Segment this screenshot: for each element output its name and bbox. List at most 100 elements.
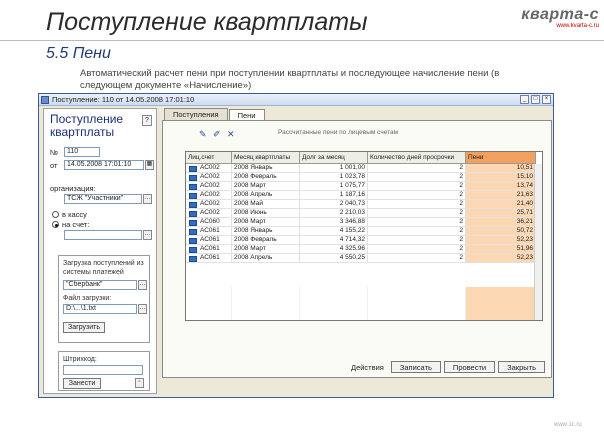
table-cell: АС061	[186, 254, 232, 262]
post-button[interactable]: Провести	[443, 361, 496, 373]
number-field[interactable]: 110	[64, 147, 100, 157]
table-header: Лиц.счет Месяц квартплаты Долг за месяц …	[186, 152, 542, 164]
section-title: 5.5 Пени	[46, 45, 111, 62]
tab-bar: Поступления Пени	[164, 108, 266, 121]
account-field[interactable]	[64, 230, 142, 240]
org-label: организация:	[50, 184, 96, 193]
title-divider	[0, 40, 604, 41]
vertical-scrollbar[interactable]	[534, 164, 542, 320]
col-month[interactable]: Месяц квартплаты	[232, 152, 300, 164]
footer-url: www.1c.ru	[554, 422, 582, 428]
table-cell: 21,40	[466, 200, 536, 208]
table-cell: АС002	[186, 209, 232, 217]
table-cell: 51,96	[466, 245, 536, 253]
table-cell: 2008 Январь	[232, 227, 300, 235]
org-select-icon[interactable]: …	[143, 194, 152, 204]
table-cell: 4 714,32	[300, 236, 368, 244]
table-cell: 2	[368, 227, 466, 235]
table-cell: 13,74	[466, 182, 536, 190]
brand-logo: кварта-с www.kvarta-c.ru	[509, 6, 599, 29]
load-group-text: Загрузка поступлений из системы платежей	[63, 260, 144, 276]
table-cell: 2	[368, 245, 466, 253]
table-cell: 2	[368, 200, 466, 208]
table-cell: 1 187,16	[300, 191, 368, 199]
table-cell: 3 346,88	[300, 218, 368, 226]
table-row[interactable]: АС060 2008 Март 3 346,88 2 36,21	[186, 218, 542, 227]
table-cell: 10,51	[466, 164, 536, 172]
file-browse-icon[interactable]: …	[138, 304, 147, 314]
section-description: Автоматический расчет пени при поступлен…	[80, 68, 500, 91]
col-debt[interactable]: Долг за месяц	[300, 152, 368, 164]
close-button[interactable]: Закрыть	[498, 361, 545, 373]
table-cell: 50,72	[466, 227, 536, 235]
options-icon[interactable]: ▫	[135, 378, 144, 388]
col-days[interactable]: Количество дней просрочки	[368, 152, 466, 164]
tab-hint: Рассчитанные пени по лицевым счетам	[278, 129, 399, 136]
minimize-icon[interactable]: _	[520, 95, 529, 104]
calc-icon[interactable]: ✎	[199, 129, 207, 140]
table-cell: 1 075,77	[300, 182, 368, 190]
col-account[interactable]: Лиц.счет	[186, 152, 232, 164]
table-cell: 2 210,03	[300, 209, 368, 217]
brand-name: кварта-с	[521, 6, 599, 23]
table-cell: 2008 Январь	[232, 164, 300, 172]
table-row[interactable]: АС002 2008 Апрель 1 187,16 2 21,63	[186, 191, 542, 200]
calendar-icon[interactable]: ▦	[145, 160, 154, 170]
number-label: №	[50, 148, 59, 157]
radio-account-label: на счет:	[62, 220, 90, 229]
table-row[interactable]: АС002 2008 Январь 1 001,00 2 10,51	[186, 164, 542, 173]
col-peni[interactable]: Пени	[466, 152, 536, 164]
table-row[interactable]: АС061 2008 Апрель 4 550,25 2 52,23	[186, 254, 542, 263]
bottom-actions: Действия Записать Провести Закрыть	[351, 361, 545, 373]
close-icon[interactable]: ×	[542, 95, 551, 104]
table-row[interactable]: АС002 2008 Март 1 075,77 2 13,74	[186, 182, 542, 191]
table-body: АС002 2008 Январь 1 001,00 2 10,51 АС002 2008 …	[186, 164, 542, 263]
table-cell: 2008 Февраль	[232, 236, 300, 244]
table-cell: 2008 Июнь	[232, 209, 300, 217]
table-row[interactable]: АС002 2008 Май 2 040,73 2 21,40	[186, 200, 542, 209]
table-cell: АС061	[186, 227, 232, 235]
radio-account[interactable]	[52, 221, 59, 228]
write-button[interactable]: Записать	[390, 361, 441, 373]
table-row[interactable]: АС002 2008 Февраль 1 023,78 2 15,10	[186, 173, 542, 182]
pay-button[interactable]: Занести	[63, 378, 101, 389]
radio-cash[interactable]	[52, 211, 59, 218]
table-row[interactable]: АС061 2008 Февраль 4 714,32 2 52,23	[186, 236, 542, 245]
table-row[interactable]: АС061 2008 Январь 4 155,22 2 50,72	[186, 227, 542, 236]
table-empty-area	[186, 287, 542, 320]
table-cell: 52,23	[466, 254, 536, 262]
table-cell: 2008 Март	[232, 182, 300, 190]
load-button[interactable]: Загрузить	[63, 322, 105, 333]
table-cell: 4 325,96	[300, 245, 368, 253]
tab-receipts[interactable]: Поступления	[164, 108, 228, 120]
table-cell: АС060	[186, 218, 232, 226]
table-cell: 2008 Март	[232, 218, 300, 226]
table-cell: 2008 Апрель	[232, 254, 300, 262]
account-select-icon[interactable]: …	[143, 230, 152, 240]
table-cell: 1 023,78	[300, 173, 368, 181]
window-titlebar[interactable]: Поступление: 110 от 14.05.2008 17:01:10 …	[39, 94, 553, 106]
date-field[interactable]: 14.05.2008 17:01:10	[64, 160, 144, 170]
load-system-field[interactable]: "Сбербанк"	[63, 280, 137, 290]
fill-icon[interactable]: ✐	[213, 129, 221, 140]
maximize-icon[interactable]: □	[531, 95, 540, 104]
document-icon	[41, 95, 49, 104]
table-cell: 2008 Май	[232, 200, 300, 208]
org-field[interactable]: ТСЖ "Участники"	[64, 194, 142, 204]
table-cell: 2008 Февраль	[232, 173, 300, 181]
actions-menu[interactable]: Действия	[351, 363, 384, 372]
clear-icon[interactable]: ✕	[227, 129, 235, 140]
load-system-icon[interactable]: …	[138, 280, 147, 290]
table-row[interactable]: АС061 2008 Март 4 325,96 2 51,96	[186, 245, 542, 254]
help-button[interactable]: ?	[142, 115, 152, 126]
peni-tab-panel: ✎ ✐ ✕ Рассчитанные пени по лицевым счета…	[162, 120, 552, 378]
table-cell: АС002	[186, 200, 232, 208]
left-panel: Поступление квартплаты ? № 110 от 14.05.…	[43, 108, 157, 394]
file-field[interactable]: D:\...\1.txt	[63, 304, 137, 314]
barcode-group: Штрихкод: Занести ▫	[58, 351, 150, 391]
barcode-field[interactable]	[63, 365, 143, 375]
table-cell: 2 040,73	[300, 200, 368, 208]
table-cell: 2008 Март	[232, 245, 300, 253]
table-cell: АС061	[186, 245, 232, 253]
table-row[interactable]: АС002 2008 Июнь 2 210,03 2 25,71	[186, 209, 542, 218]
